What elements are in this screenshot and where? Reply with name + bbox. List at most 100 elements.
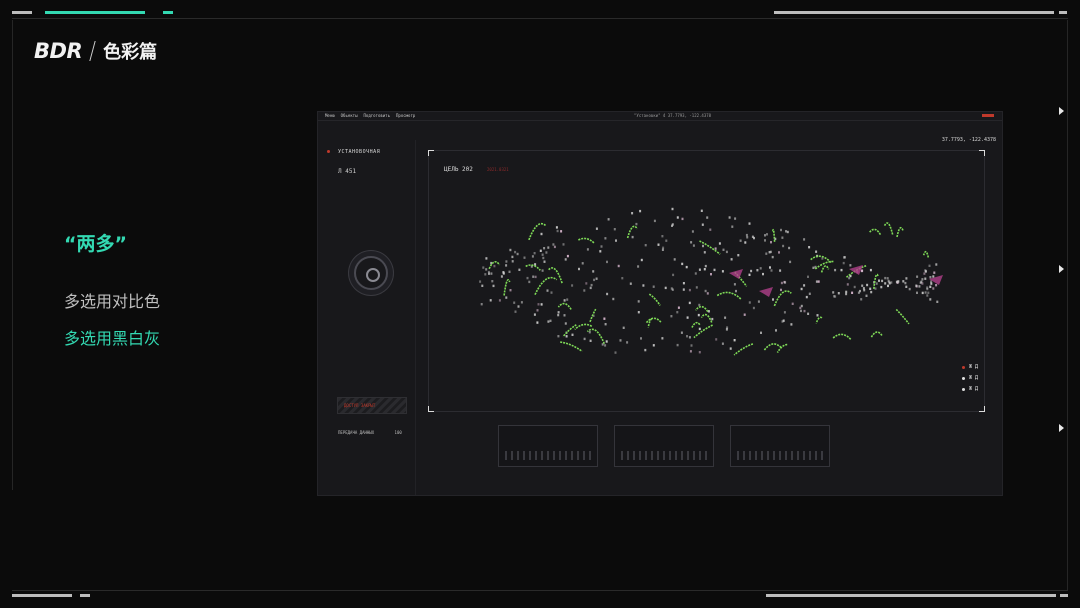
map-node: [621, 277, 624, 280]
map-node: [722, 248, 725, 251]
map-node: [614, 351, 617, 354]
menu-item[interactable]: Просмотр: [396, 113, 415, 118]
point-contrast-colors: 多选用对比色: [64, 292, 161, 311]
map-node: [916, 291, 918, 294]
map-node: [790, 323, 793, 326]
nav-arrow-icon[interactable]: [1059, 107, 1064, 115]
map-link: [562, 324, 577, 338]
panel-bars: [737, 451, 823, 460]
map-node: [737, 254, 740, 257]
map-node: [904, 281, 907, 285]
map-node: [532, 275, 535, 278]
map-node: [706, 292, 709, 295]
map-node: [784, 281, 787, 284]
map-node: [592, 270, 595, 273]
map-node: [595, 227, 598, 230]
map-node: [698, 351, 701, 354]
legend-dot-icon: [961, 376, 965, 380]
map-node: [932, 275, 935, 278]
data-panel[interactable]: [498, 425, 598, 467]
map-node: [589, 339, 592, 342]
map-node: [622, 326, 625, 329]
menu-item[interactable]: Обьекты: [341, 113, 358, 118]
map-node: [588, 331, 591, 334]
data-panel[interactable]: [730, 425, 830, 467]
map-node: [884, 276, 887, 280]
menu-item[interactable]: Меню: [325, 113, 335, 118]
map-node: [604, 344, 607, 347]
map-link: [922, 250, 930, 258]
data-panel[interactable]: [614, 425, 714, 467]
map-node: [523, 256, 526, 259]
bottom-right-accent-bar: [766, 594, 1056, 597]
map-node: [480, 303, 483, 306]
map-node: [832, 291, 835, 294]
transfer-value: 100: [394, 430, 402, 435]
map-node: [782, 244, 785, 248]
map-node: [933, 271, 936, 274]
map-node: [840, 268, 843, 272]
map-node: [781, 236, 784, 239]
map-node: [640, 258, 643, 262]
map-node: [637, 311, 640, 314]
map-node: [815, 250, 818, 253]
map-node: [528, 280, 531, 284]
map-node: [563, 299, 566, 302]
map-node: [789, 260, 792, 264]
map-node: [748, 301, 751, 304]
map-node: [756, 269, 759, 272]
map-link: [820, 265, 830, 273]
map-graph: [479, 207, 943, 356]
map-node: [543, 260, 546, 263]
map-node: [676, 343, 679, 347]
map-node: [764, 239, 766, 242]
map-node: [505, 260, 508, 263]
map-zone: [729, 269, 743, 279]
map-node: [514, 310, 517, 313]
map-node: [869, 268, 872, 272]
map-node: [800, 309, 802, 313]
nav-arrow-icon[interactable]: [1059, 424, 1064, 432]
map-node: [886, 277, 889, 280]
top-right-accent-bar-short: [1059, 11, 1067, 14]
map-node: [533, 313, 536, 316]
map-node: [815, 280, 818, 283]
map-node: [514, 250, 517, 254]
map-node: [565, 335, 568, 338]
target-map[interactable]: ЦЕЛЬ 202 2021.0321 Ж Д Ж Д Ж Д: [428, 150, 985, 412]
map-zone: [759, 287, 773, 297]
map-node: [770, 241, 772, 244]
map-node: [734, 217, 737, 220]
map-link: [648, 293, 661, 306]
map-link: [771, 229, 776, 242]
map-node: [923, 272, 926, 275]
brand-logo: BDR: [34, 39, 83, 63]
map-node: [865, 294, 868, 297]
map-node: [652, 344, 655, 347]
map-node: [698, 268, 701, 271]
map-node: [536, 321, 539, 324]
map-node: [735, 289, 737, 293]
map-node: [698, 303, 701, 307]
map-node: [926, 286, 929, 289]
bottom-frame-line: [12, 590, 1068, 591]
map-node: [550, 291, 553, 294]
access-warning: ДОСТУП ЗАКРЫТ: [337, 397, 407, 414]
menu-item[interactable]: Подготовить: [364, 113, 391, 118]
map-node: [498, 299, 501, 302]
map-node: [845, 292, 848, 296]
map-node: [733, 339, 736, 342]
map-node: [642, 284, 645, 287]
record-indicator: [982, 114, 994, 117]
map-link: [589, 308, 597, 323]
map-node: [853, 285, 856, 289]
map-node: [571, 333, 574, 336]
map-node: [526, 276, 529, 280]
map-node: [869, 287, 872, 290]
map-node: [808, 292, 811, 295]
map-node: [805, 295, 808, 299]
map-node: [748, 273, 751, 276]
map-node: [640, 337, 642, 340]
map-node: [845, 290, 848, 294]
nav-arrow-icon[interactable]: [1059, 265, 1064, 273]
